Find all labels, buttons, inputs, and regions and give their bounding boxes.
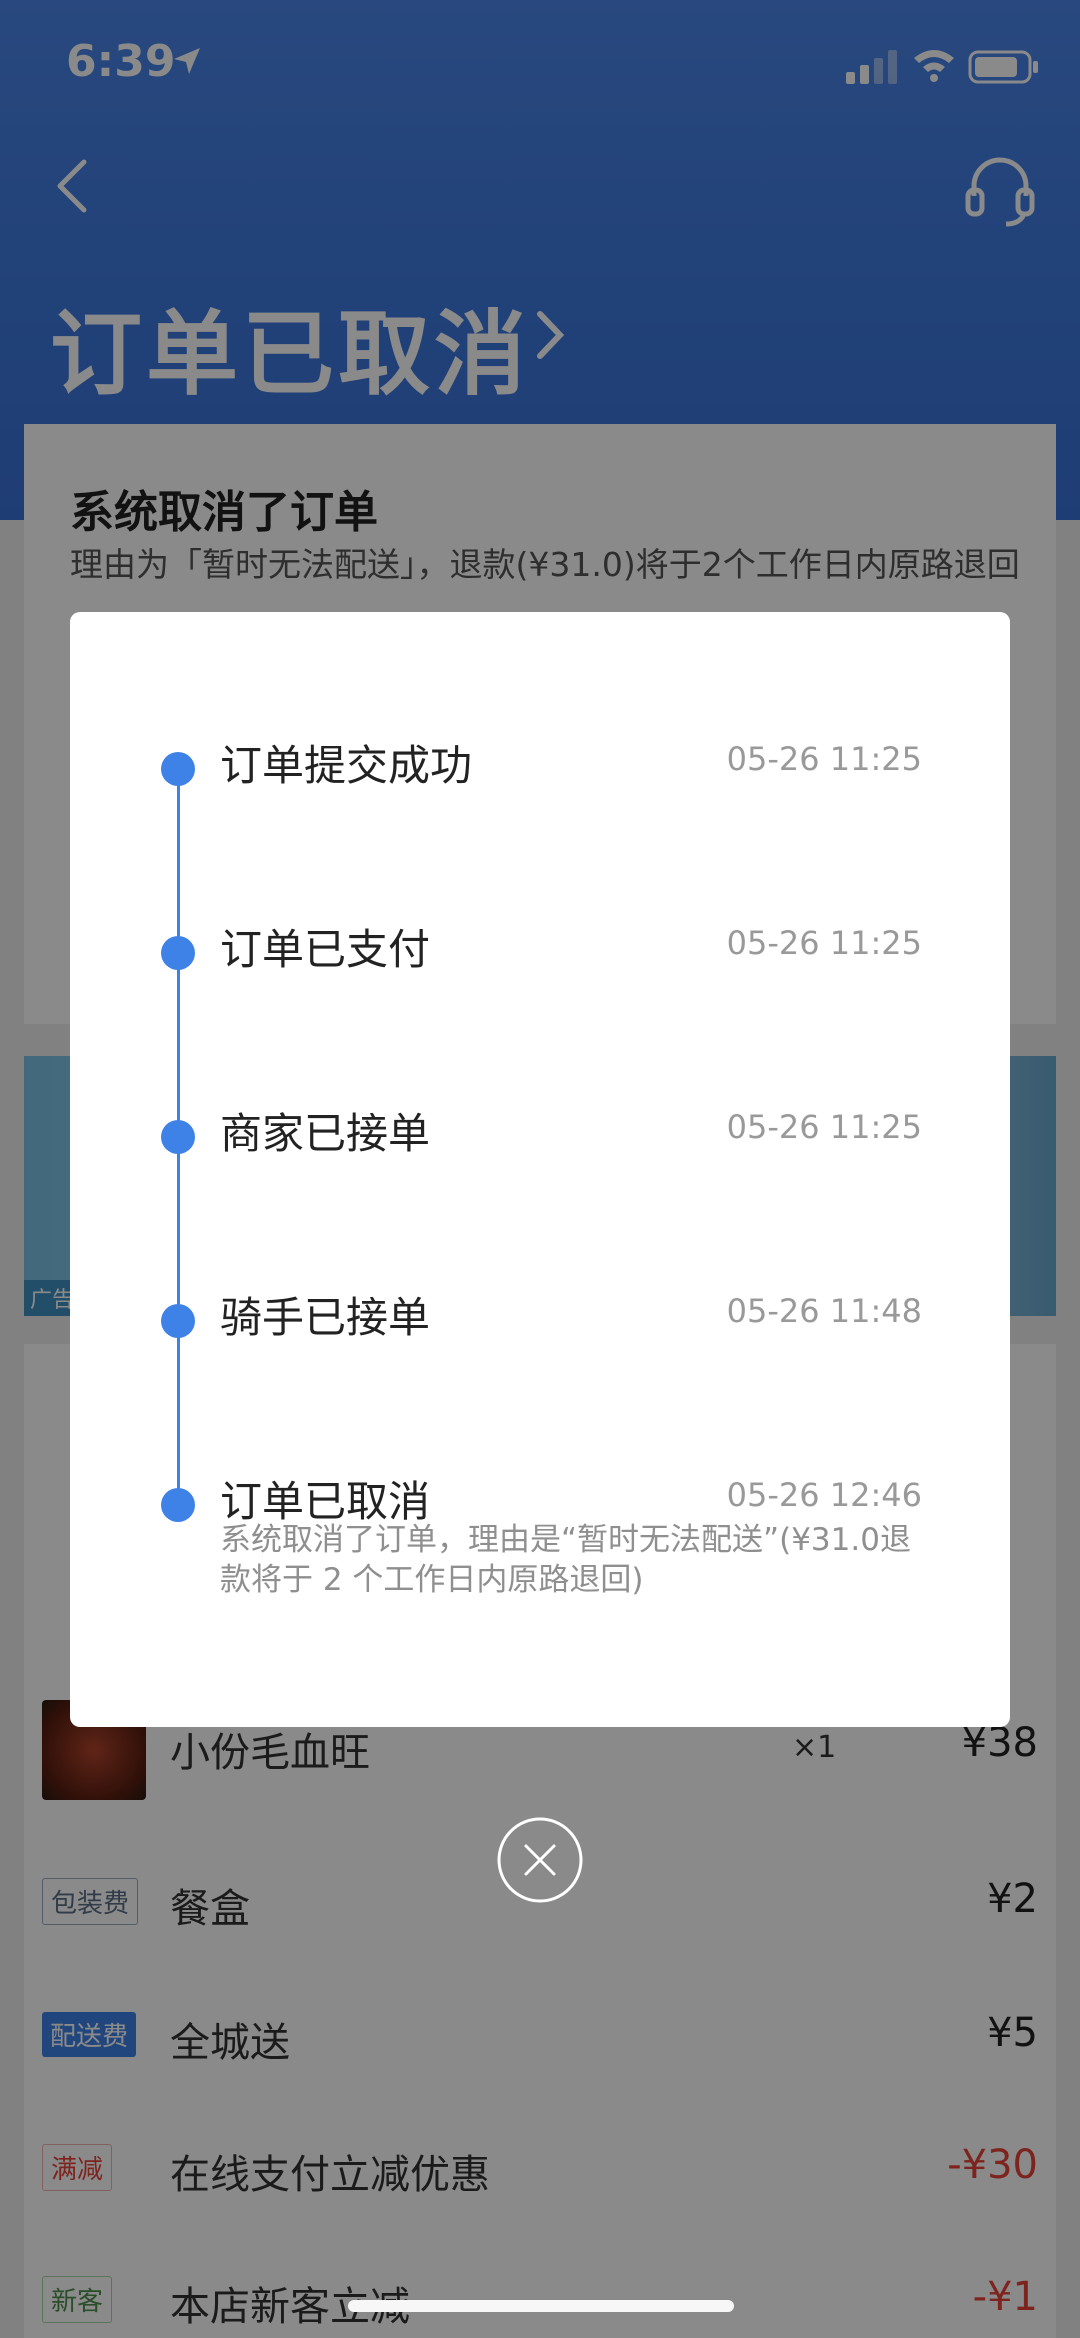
step-label: 骑手已接单 [220, 1293, 431, 1342]
step-time: 05-26 11:25 [726, 740, 922, 778]
step-time: 05-26 12:46 [726, 1476, 922, 1514]
order-status-page: 6:39 订单已取消 系统取消了订单 理由为「暂时无法配送」，退款(¥31.0)… [0, 0, 1080, 2338]
order-timeline-modal: 订单提交成功 05-26 11:25 订单已支付 05-26 11:25 商家已… [70, 612, 1010, 1727]
step-time: 05-26 11:25 [726, 1108, 922, 1146]
timeline-dot [161, 752, 195, 786]
timeline-dot [161, 1304, 195, 1338]
step-description: 系统取消了订单，理由是“暂时无法配送”(¥31.0退款将于 2 个工作日内原路退… [220, 1522, 911, 1598]
step-label: 订单提交成功 [220, 741, 473, 790]
step-time: 05-26 11:25 [726, 924, 922, 962]
timeline-dot [161, 936, 195, 970]
step-label: 商家已接单 [220, 1109, 431, 1158]
home-indicator[interactable] [348, 2300, 734, 2312]
timeline-dot [161, 1488, 195, 1522]
step-label: 订单已支付 [220, 925, 431, 974]
close-circle-icon[interactable] [496, 1816, 584, 1904]
step-time: 05-26 11:48 [726, 1292, 922, 1330]
timeline-dot [161, 1120, 195, 1154]
